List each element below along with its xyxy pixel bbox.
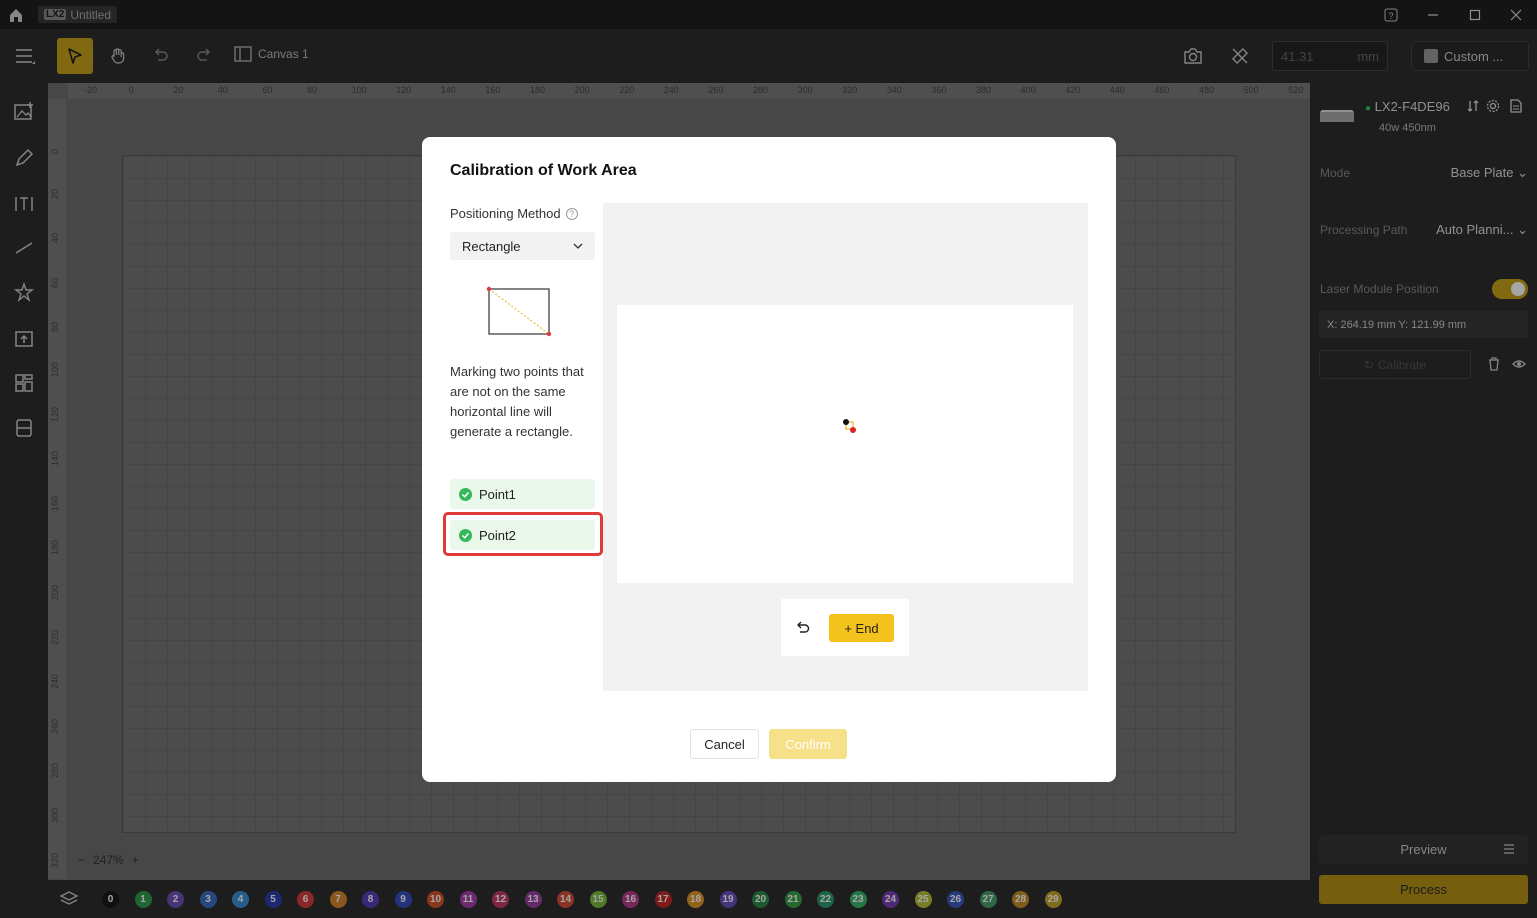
undo-icon	[797, 621, 810, 633]
rectangle-diagram-icon	[486, 286, 552, 337]
marked-points-icon	[843, 419, 856, 433]
calibration-dialog: Calibration of Work Area Positioning Met…	[422, 137, 1116, 782]
camera-preview: + End	[603, 203, 1088, 691]
positioning-method-value: Rectangle	[462, 238, 521, 254]
preview-canvas[interactable]	[617, 305, 1073, 583]
confirm-button[interactable]: Confirm	[769, 729, 847, 759]
positioning-method-select[interactable]: Rectangle	[450, 232, 595, 260]
help-icon[interactable]: ?	[565, 207, 578, 220]
marking-controls: + End	[781, 599, 909, 656]
end-button[interactable]: + End	[829, 614, 894, 642]
point2-highlight	[443, 512, 603, 556]
chevron-down-icon	[573, 243, 583, 249]
dialog-title: Calibration of Work Area	[450, 162, 637, 179]
cancel-button[interactable]: Cancel	[690, 729, 759, 759]
point1-label: Point1	[479, 486, 516, 502]
positioning-method-label: Positioning Method ?	[450, 206, 578, 221]
undo-point-button[interactable]	[793, 618, 813, 638]
point1-item[interactable]: Point1	[450, 479, 595, 509]
check-circle-icon	[459, 487, 472, 501]
method-description: Marking two points that are not on the s…	[450, 364, 584, 439]
